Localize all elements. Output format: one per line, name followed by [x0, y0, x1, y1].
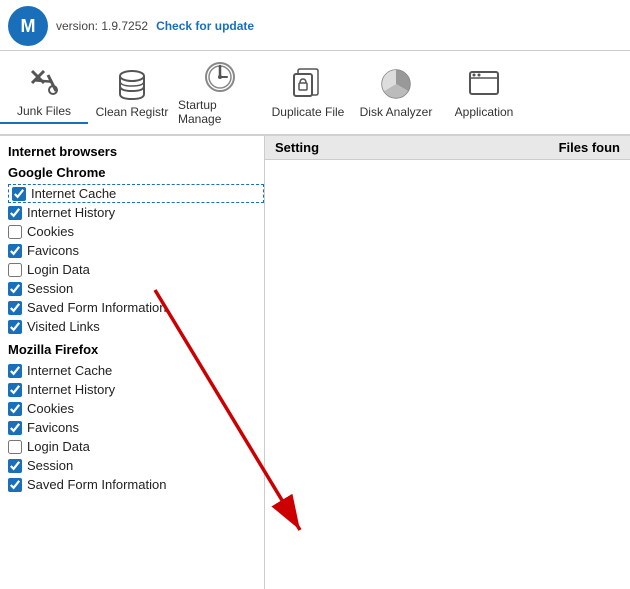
firefox-cookies-checkbox[interactable]: [8, 402, 22, 416]
toolbar-junk-files[interactable]: Junk Files: [0, 61, 88, 124]
chrome-internet-history-label[interactable]: Internet History: [27, 205, 115, 220]
toolbar-disk-analyzer[interactable]: Disk Analyzer: [352, 62, 440, 123]
firefox-internet-history-checkbox[interactable]: [8, 383, 22, 397]
application-label: Application: [455, 105, 514, 119]
firefox-login-data-label[interactable]: Login Data: [27, 439, 90, 454]
chrome-internet-history-row: Internet History: [8, 203, 264, 222]
main-content: Internet browsers Google Chrome Internet…: [0, 136, 630, 589]
chrome-session-label[interactable]: Session: [27, 281, 73, 296]
toolbar-clean-registry[interactable]: Clean Registr: [88, 62, 176, 123]
firefox-internet-cache-row: Internet Cache: [8, 361, 264, 380]
right-panel: Setting Files foun: [265, 136, 630, 589]
chrome-saved-form-checkbox[interactable]: [8, 301, 22, 315]
chrome-visited-links-row: Visited Links: [8, 317, 264, 336]
clean-registry-label: Clean Registr: [96, 105, 169, 119]
chrome-internet-cache-label[interactable]: Internet Cache: [31, 186, 116, 201]
check-update-link[interactable]: Check for update: [156, 19, 254, 33]
firefox-cookies-label[interactable]: Cookies: [27, 401, 74, 416]
firefox-favicons-row: Favicons: [8, 418, 264, 437]
col-setting-header: Setting: [275, 140, 500, 155]
right-panel-header: Setting Files foun: [265, 136, 630, 160]
chrome-internet-history-checkbox[interactable]: [8, 206, 22, 220]
chrome-section-title: Google Chrome: [8, 165, 264, 180]
chrome-cookies-row: Cookies: [8, 222, 264, 241]
firefox-session-checkbox[interactable]: [8, 459, 22, 473]
chrome-favicons-label[interactable]: Favicons: [27, 243, 79, 258]
svg-text:M: M: [21, 16, 36, 36]
chrome-session-row: Session: [8, 279, 264, 298]
firefox-login-data-checkbox[interactable]: [8, 440, 22, 454]
registry-icon: [114, 66, 150, 102]
chrome-internet-cache-checkbox[interactable]: [12, 187, 26, 201]
left-scroll-area[interactable]: Internet browsers Google Chrome Internet…: [0, 136, 264, 589]
firefox-internet-cache-label[interactable]: Internet Cache: [27, 363, 112, 378]
firefox-internet-history-label[interactable]: Internet History: [27, 382, 115, 397]
chrome-internet-cache-row: Internet Cache: [8, 184, 264, 203]
chrome-visited-links-label[interactable]: Visited Links: [27, 319, 100, 334]
chrome-cookies-checkbox[interactable]: [8, 225, 22, 239]
firefox-saved-form-checkbox[interactable]: [8, 478, 22, 492]
duplicate-file-label: Duplicate File: [272, 105, 345, 119]
firefox-saved-form-row: Saved Form Information: [8, 475, 264, 494]
header: M version: 1.9.7252 Check for update: [0, 0, 630, 51]
chrome-visited-links-checkbox[interactable]: [8, 320, 22, 334]
logo: M: [8, 6, 48, 46]
junk-files-label: Junk Files: [17, 104, 71, 118]
chrome-cookies-label[interactable]: Cookies: [27, 224, 74, 239]
toolbar-duplicate-file[interactable]: Duplicate File: [264, 62, 352, 123]
junk-files-icon: [26, 65, 62, 101]
left-panel: Internet browsers Google Chrome Internet…: [0, 136, 265, 589]
chrome-favicons-row: Favicons: [8, 241, 264, 260]
startup-manager-label: Startup Manage: [178, 98, 262, 126]
section-internet-browsers: Internet browsers: [8, 144, 264, 159]
firefox-session-label[interactable]: Session: [27, 458, 73, 473]
toolbar-application[interactable]: Application: [440, 62, 528, 123]
version-text: version: 1.9.7252: [56, 19, 148, 33]
chrome-favicons-checkbox[interactable]: [8, 244, 22, 258]
col-files-header: Files foun: [500, 140, 620, 155]
chrome-session-checkbox[interactable]: [8, 282, 22, 296]
chrome-login-data-row: Login Data: [8, 260, 264, 279]
firefox-favicons-label[interactable]: Favicons: [27, 420, 79, 435]
firefox-cookies-row: Cookies: [8, 399, 264, 418]
toolbar-startup-manager[interactable]: Startup Manage: [176, 55, 264, 130]
firefox-saved-form-label[interactable]: Saved Form Information: [27, 477, 166, 492]
firefox-section-title: Mozilla Firefox: [8, 342, 264, 357]
disk-analyzer-icon: [378, 66, 414, 102]
firefox-internet-history-row: Internet History: [8, 380, 264, 399]
firefox-internet-cache-checkbox[interactable]: [8, 364, 22, 378]
chrome-saved-form-label[interactable]: Saved Form Information: [27, 300, 166, 315]
firefox-favicons-checkbox[interactable]: [8, 421, 22, 435]
disk-analyzer-label: Disk Analyzer: [360, 105, 433, 119]
toolbar: Junk Files Clean Registr Startup Manage: [0, 51, 630, 136]
firefox-login-data-row: Login Data: [8, 437, 264, 456]
duplicate-icon: [290, 66, 326, 102]
startup-icon: [202, 59, 238, 95]
chrome-saved-form-row: Saved Form Information: [8, 298, 264, 317]
application-icon: [466, 66, 502, 102]
right-panel-content: [265, 160, 630, 589]
firefox-session-row: Session: [8, 456, 264, 475]
chrome-login-data-checkbox[interactable]: [8, 263, 22, 277]
chrome-login-data-label[interactable]: Login Data: [27, 262, 90, 277]
